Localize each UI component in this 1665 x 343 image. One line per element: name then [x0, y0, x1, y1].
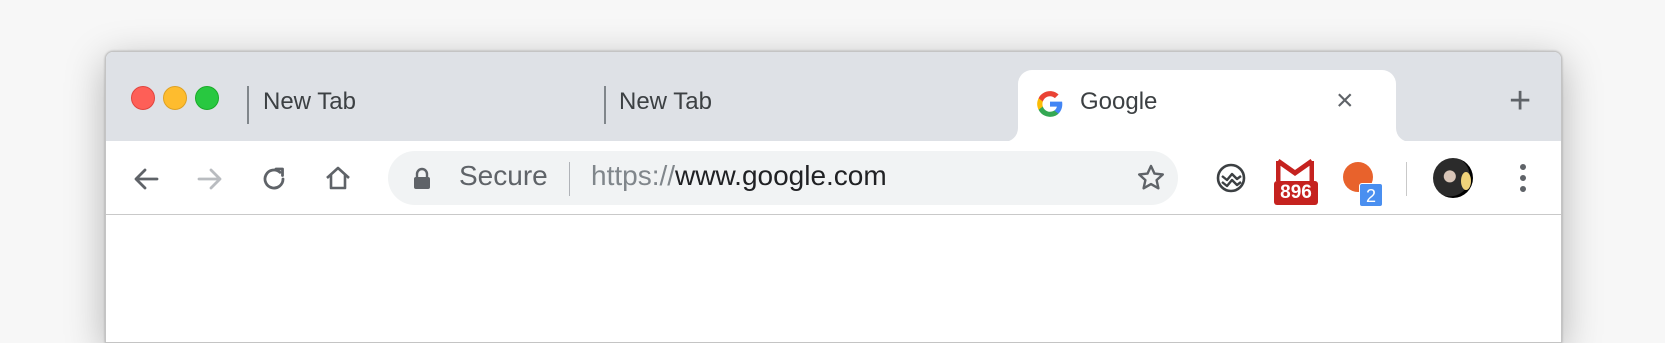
tab-label: New Tab	[619, 88, 712, 115]
arrow-right-icon[interactable]	[195, 164, 225, 199]
window-minimize-button[interactable]	[163, 86, 187, 110]
omnibox-separator	[569, 162, 570, 196]
star-icon[interactable]	[1135, 162, 1167, 199]
tab-label: Google	[1080, 88, 1158, 115]
tab-new-tab-1[interactable]: New Tab	[249, 52, 604, 141]
page-content	[106, 215, 1561, 342]
kebab-menu-icon[interactable]	[1517, 162, 1529, 199]
lock-icon[interactable]	[411, 166, 433, 195]
toolbar-separator	[1406, 162, 1407, 196]
reload-icon[interactable]	[259, 164, 289, 199]
url-scheme: https://	[591, 160, 676, 191]
tab-close-button[interactable]: ×	[1336, 84, 1354, 118]
url-text[interactable]: https://www.google.com	[591, 160, 887, 192]
tab-new-tab-2[interactable]: New Tab	[606, 52, 1006, 141]
tab-google[interactable]: Google ×	[1018, 70, 1396, 142]
window-close-button[interactable]	[131, 86, 155, 110]
browser-window: New Tab New Tab Google × + Secure https:…	[105, 51, 1562, 343]
new-tab-button[interactable]: +	[1509, 80, 1531, 123]
google-g-icon	[1036, 90, 1064, 123]
tab-strip: New Tab New Tab Google × +	[106, 52, 1561, 142]
url-host: www.google.com	[675, 160, 887, 191]
tab-label: New Tab	[263, 88, 356, 115]
home-icon[interactable]	[323, 163, 353, 198]
secure-label[interactable]: Secure	[459, 160, 548, 192]
gmail-unread-badge: 896	[1274, 181, 1318, 205]
avatar[interactable]	[1433, 158, 1473, 198]
window-maximize-button[interactable]	[195, 86, 219, 110]
sync-icon[interactable]	[1214, 161, 1248, 200]
extension-badge: 2	[1359, 183, 1383, 207]
arrow-left-icon[interactable]	[131, 164, 161, 199]
